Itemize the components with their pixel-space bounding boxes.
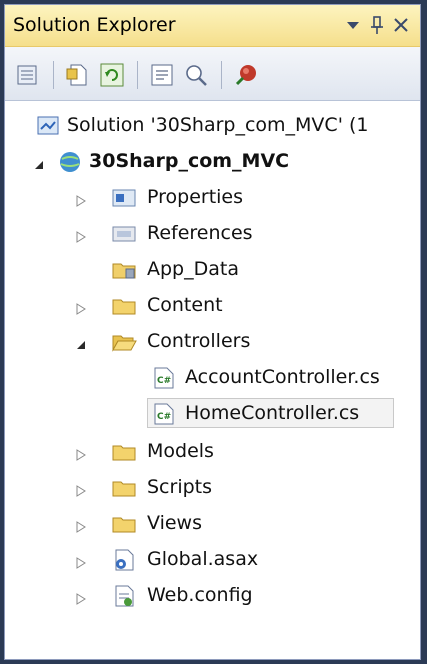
tree-label: Solution '30Sharp_com_MVC' (1 <box>67 114 369 136</box>
toolbar-separator <box>53 61 54 89</box>
references-folder-icon <box>111 222 137 246</box>
expand-arrow-icon[interactable] <box>75 228 87 243</box>
solution-tree: Solution '30Sharp_com_MVC' (1 30Sharp_co… <box>5 101 420 659</box>
view-code-icon[interactable] <box>147 60 177 90</box>
tree-row-account-controller[interactable]: C# AccountController.cs <box>5 361 420 395</box>
tree-label: Views <box>147 512 202 534</box>
refresh-icon[interactable] <box>97 60 127 90</box>
tree-label: Models <box>147 440 214 462</box>
close-icon[interactable] <box>390 13 412 37</box>
dropdown-arrow-icon[interactable] <box>342 13 364 37</box>
window-title: Solution Explorer <box>13 14 176 36</box>
tree-row-home-controller[interactable]: C# HomeController.cs <box>5 397 420 431</box>
solution-explorer-window: Solution Explorer Solution '30Sharp_com_… <box>4 4 421 660</box>
toolbar-separator <box>137 61 138 89</box>
tree-label: References <box>147 222 253 244</box>
collapse-arrow-icon[interactable] <box>75 336 87 349</box>
tree-label: 30Sharp_com_MVC <box>89 150 290 172</box>
folder-icon <box>111 294 137 318</box>
folder-icon <box>111 512 137 536</box>
tree-row-project[interactable]: 30Sharp_com_MVC <box>5 145 420 179</box>
tree-row-properties[interactable]: Properties <box>5 181 420 215</box>
tree-label: AccountController.cs <box>185 366 380 388</box>
tree-row-models[interactable]: Models <box>5 435 420 469</box>
tree-row-web-config[interactable]: Web.config <box>5 579 420 613</box>
tree-row-content[interactable]: Content <box>5 289 420 323</box>
svg-text:C#: C# <box>157 376 171 386</box>
tree-row-views[interactable]: Views <box>5 507 420 541</box>
tree-row-controllers[interactable]: Controllers <box>5 325 420 359</box>
expand-arrow-icon[interactable] <box>75 554 87 569</box>
tree-row-global-asax[interactable]: Global.asax <box>5 543 420 577</box>
title-bar: Solution Explorer <box>5 5 420 47</box>
collapse-arrow-icon[interactable] <box>33 156 45 169</box>
csharp-file-icon: C# <box>151 366 177 390</box>
config-file-icon <box>111 584 137 608</box>
folder-icon <box>111 476 137 500</box>
toolbar <box>5 47 420 101</box>
tree-label: Controllers <box>147 330 251 352</box>
tree-row-scripts[interactable]: Scripts <box>5 471 420 505</box>
expand-arrow-icon[interactable] <box>75 482 87 497</box>
tree-row-app-data[interactable]: App_Data <box>5 253 420 287</box>
tree-row-references[interactable]: References <box>5 217 420 251</box>
tree-row-solution[interactable]: Solution '30Sharp_com_MVC' (1 <box>5 109 420 143</box>
tree-label: Scripts <box>147 476 213 498</box>
show-all-files-icon[interactable] <box>63 60 93 90</box>
view-designer-icon[interactable] <box>181 60 211 90</box>
tree-label: Properties <box>147 186 244 208</box>
tree-label: Content <box>147 294 223 316</box>
tree-label: HomeController.cs <box>185 402 360 424</box>
expand-arrow-icon[interactable] <box>75 446 87 461</box>
pin-icon[interactable] <box>366 13 388 37</box>
toolbar-separator <box>221 61 222 89</box>
global-asax-icon <box>111 548 137 572</box>
web-project-icon <box>57 150 83 174</box>
svg-text:C#: C# <box>157 412 171 422</box>
properties-folder-icon <box>111 186 137 210</box>
csharp-file-icon: C# <box>151 402 177 426</box>
properties-icon[interactable] <box>13 60 43 90</box>
solution-icon <box>35 114 61 138</box>
class-diagram-icon[interactable] <box>231 60 261 90</box>
tree-label: Global.asax <box>147 548 259 570</box>
folder-icon <box>111 440 137 464</box>
expand-arrow-icon[interactable] <box>75 590 87 605</box>
title-bar-icons <box>342 13 414 37</box>
tree-label: App_Data <box>147 258 239 280</box>
expand-arrow-icon[interactable] <box>75 518 87 533</box>
special-folder-icon <box>111 258 137 282</box>
open-folder-icon <box>111 330 137 354</box>
expand-arrow-icon[interactable] <box>75 300 87 315</box>
tree-label: Web.config <box>147 584 253 606</box>
expand-arrow-icon[interactable] <box>75 192 87 207</box>
